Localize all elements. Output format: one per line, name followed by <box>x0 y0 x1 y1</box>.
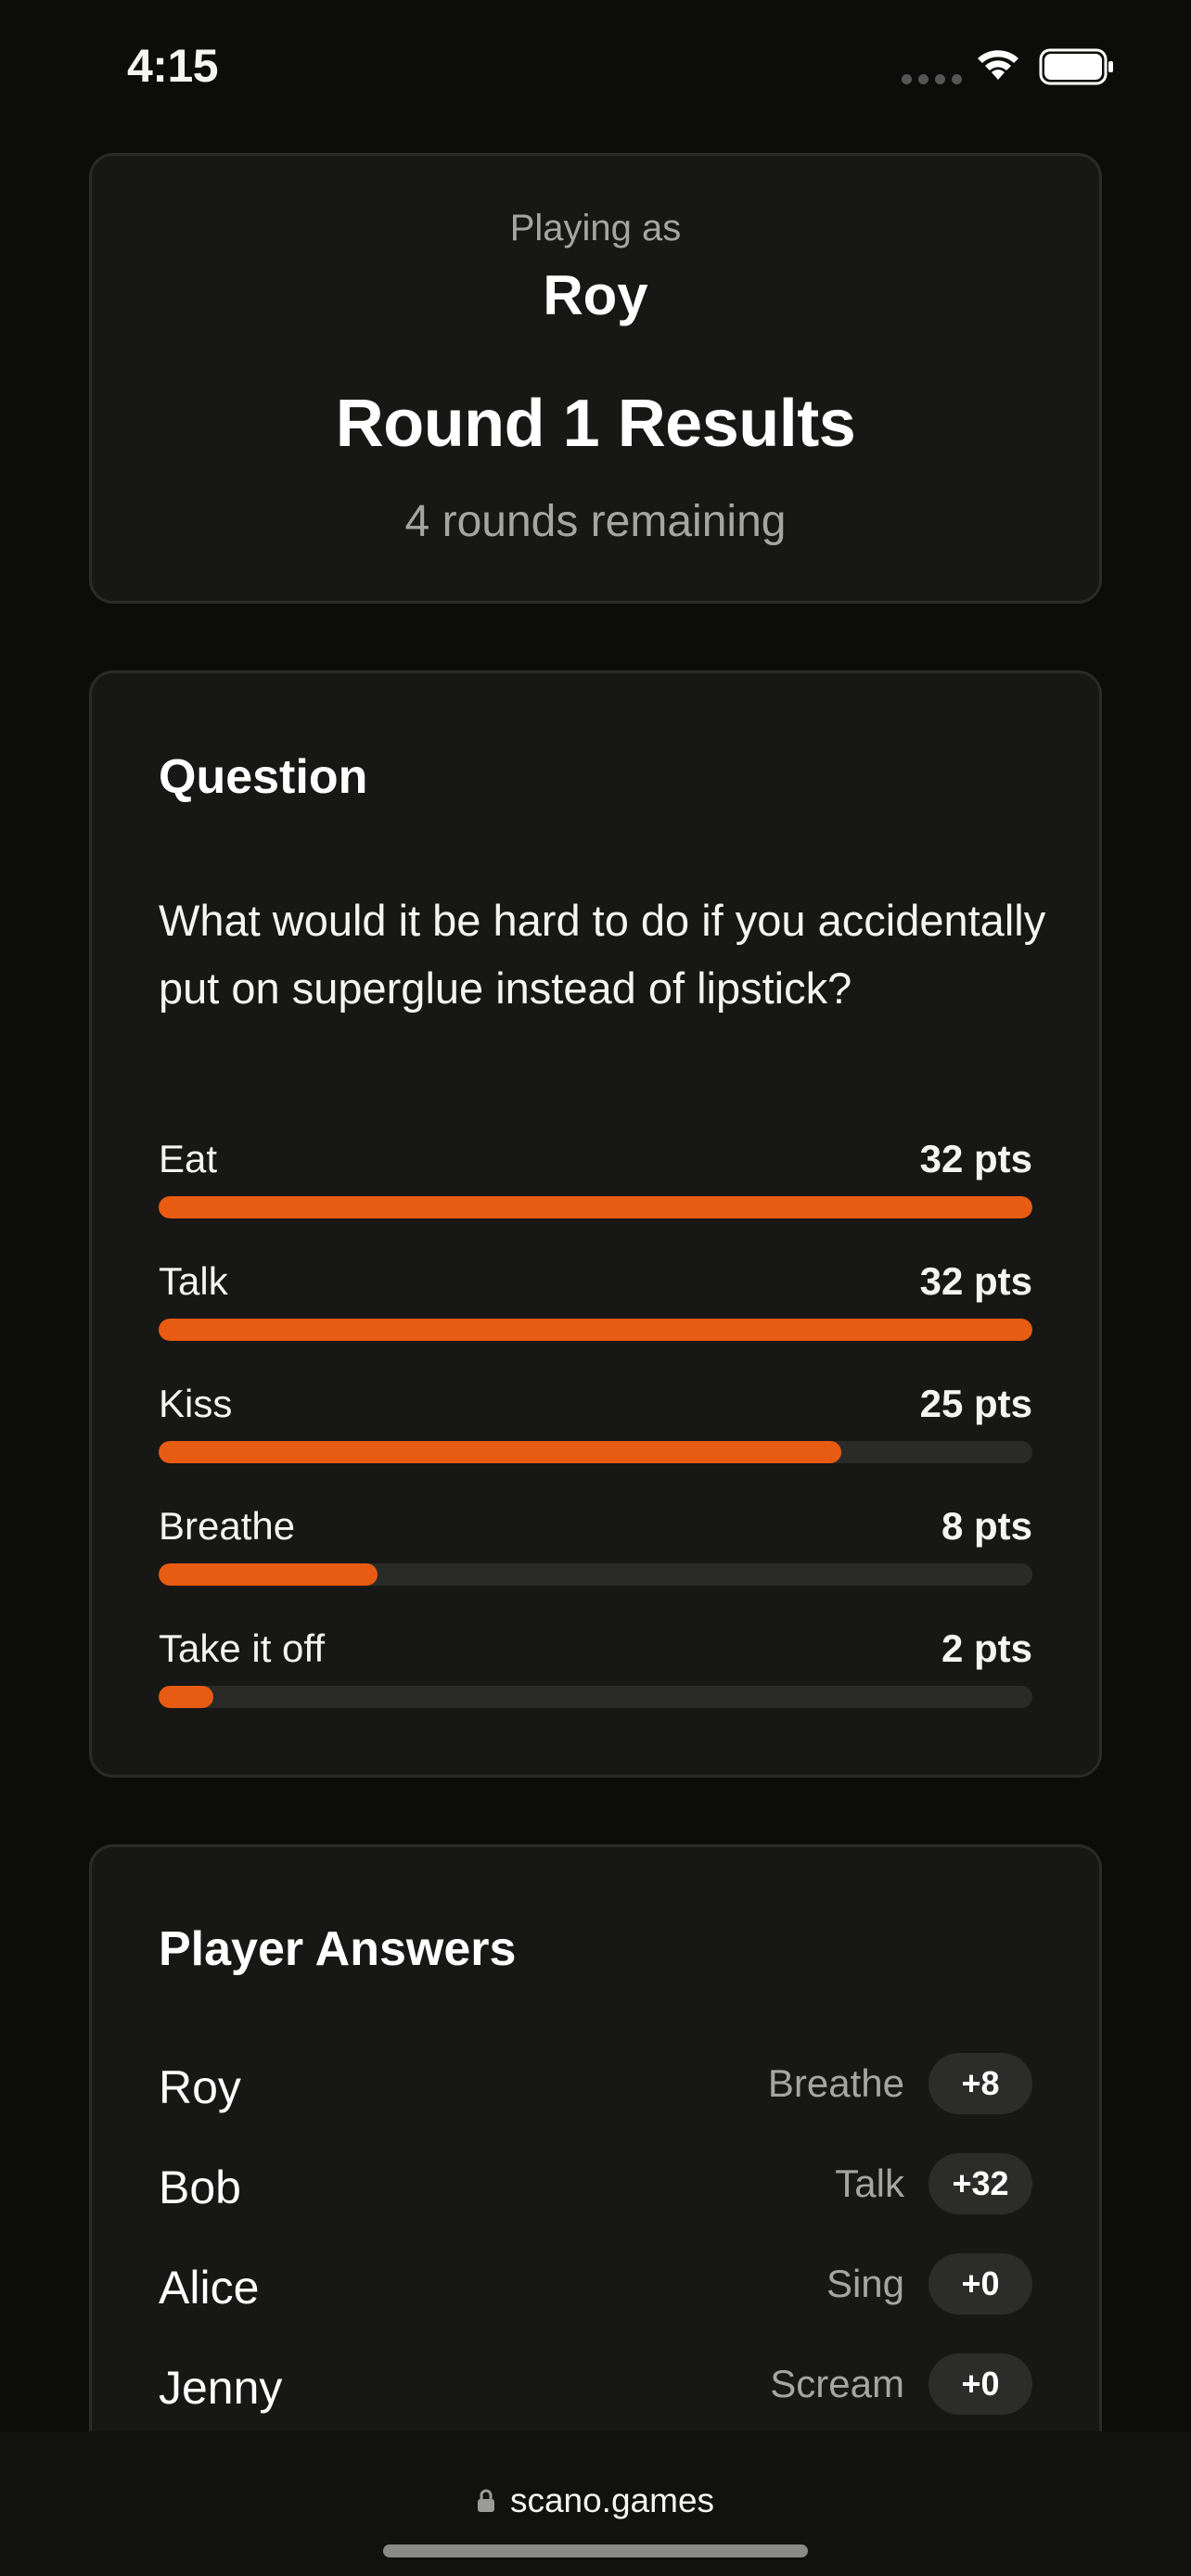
answer-points: 32 pts <box>919 1259 1032 1303</box>
player-answer-row: Bob Talk +32 <box>159 2153 1032 2218</box>
answer-label: Talk <box>159 1259 228 1303</box>
answer-bar-track <box>159 1441 1032 1463</box>
player-answer-row: Roy Breathe +8 <box>159 2053 1032 2118</box>
answer-bar-fill <box>159 1196 1032 1218</box>
lock-icon <box>477 2489 494 2512</box>
player-answer-row: Jenny Scream +0 <box>159 2353 1032 2418</box>
answer-points: 32 pts <box>919 1137 1032 1180</box>
status-bar: 4:15 <box>0 0 1191 139</box>
answer-points: 8 pts <box>941 1504 1032 1548</box>
answer-label: Eat <box>159 1137 218 1180</box>
answer-bar-fill <box>159 1441 841 1463</box>
results-screen: 4:15 Playing as Roy Round 1 Results 4 ro… <box>0 0 1191 2576</box>
question-section-title: Question <box>159 750 368 804</box>
answer-bar-fill <box>159 1563 378 1586</box>
status-time: 4:15 <box>127 40 219 92</box>
player-name: Alice <box>159 2262 260 2314</box>
browser-address-bar[interactable]: scano.games <box>0 2431 1191 2576</box>
score-badge: +8 <box>928 2053 1032 2114</box>
playing-as-label: Playing as <box>509 208 682 249</box>
player-name: Roy <box>159 2061 241 2113</box>
answer-result-row: Eat 32 pts <box>159 1137 1032 1230</box>
score-badge: +32 <box>928 2153 1032 2214</box>
score-badge: +0 <box>928 2253 1032 2315</box>
answer-label: Take it off <box>159 1626 325 1670</box>
answer-bar-fill <box>159 1319 1032 1341</box>
answer-result-row: Kiss 25 pts <box>159 1382 1032 1474</box>
player-answer: Talk <box>835 2162 904 2205</box>
answer-result-row: Talk 32 pts <box>159 1259 1032 1352</box>
player-answers-title: Player Answers <box>159 1922 517 1976</box>
wifi-icon <box>978 50 1018 80</box>
answer-label: Kiss <box>159 1382 233 1425</box>
answer-points: 2 pts <box>941 1626 1032 1670</box>
url-display[interactable]: scano.games <box>0 2481 1191 2520</box>
player-answer-row: Alice Sing +0 <box>159 2253 1032 2318</box>
answer-result-row: Breathe 8 pts <box>159 1504 1032 1597</box>
player-answer: Breathe <box>767 2061 904 2105</box>
answer-bar-track <box>159 1319 1032 1341</box>
home-indicator[interactable] <box>383 2544 808 2557</box>
answer-bar-fill <box>159 1686 213 1708</box>
player-answer: Sing <box>826 2262 904 2305</box>
score-badge: +0 <box>928 2353 1032 2415</box>
answer-label: Breathe <box>159 1504 296 1548</box>
battery-icon <box>1039 48 1113 85</box>
answer-bar-track <box>159 1563 1032 1586</box>
answer-bar-track <box>159 1686 1032 1708</box>
question-text: What would it be hard to do if you accid… <box>159 896 1046 1013</box>
answer-result-row: Take it off 2 pts <box>159 1626 1032 1719</box>
rounds-remaining: 4 rounds remaining <box>404 497 787 546</box>
player-answer: Scream <box>770 2362 904 2405</box>
round-title: Round 1 Results <box>335 387 856 461</box>
answer-points: 25 pts <box>919 1382 1032 1425</box>
player-name: Jenny <box>159 2362 283 2414</box>
cellular-signal-icon <box>902 74 962 84</box>
url-text: scano.games <box>509 2481 715 2519</box>
current-player-name: Roy <box>543 264 648 326</box>
round-header-card: Playing as Roy Round 1 Results 4 rounds … <box>89 153 1102 604</box>
question-card: Question What would it be hard to do if … <box>89 670 1102 1778</box>
answer-bar-track <box>159 1196 1032 1218</box>
player-name: Bob <box>159 2162 241 2213</box>
